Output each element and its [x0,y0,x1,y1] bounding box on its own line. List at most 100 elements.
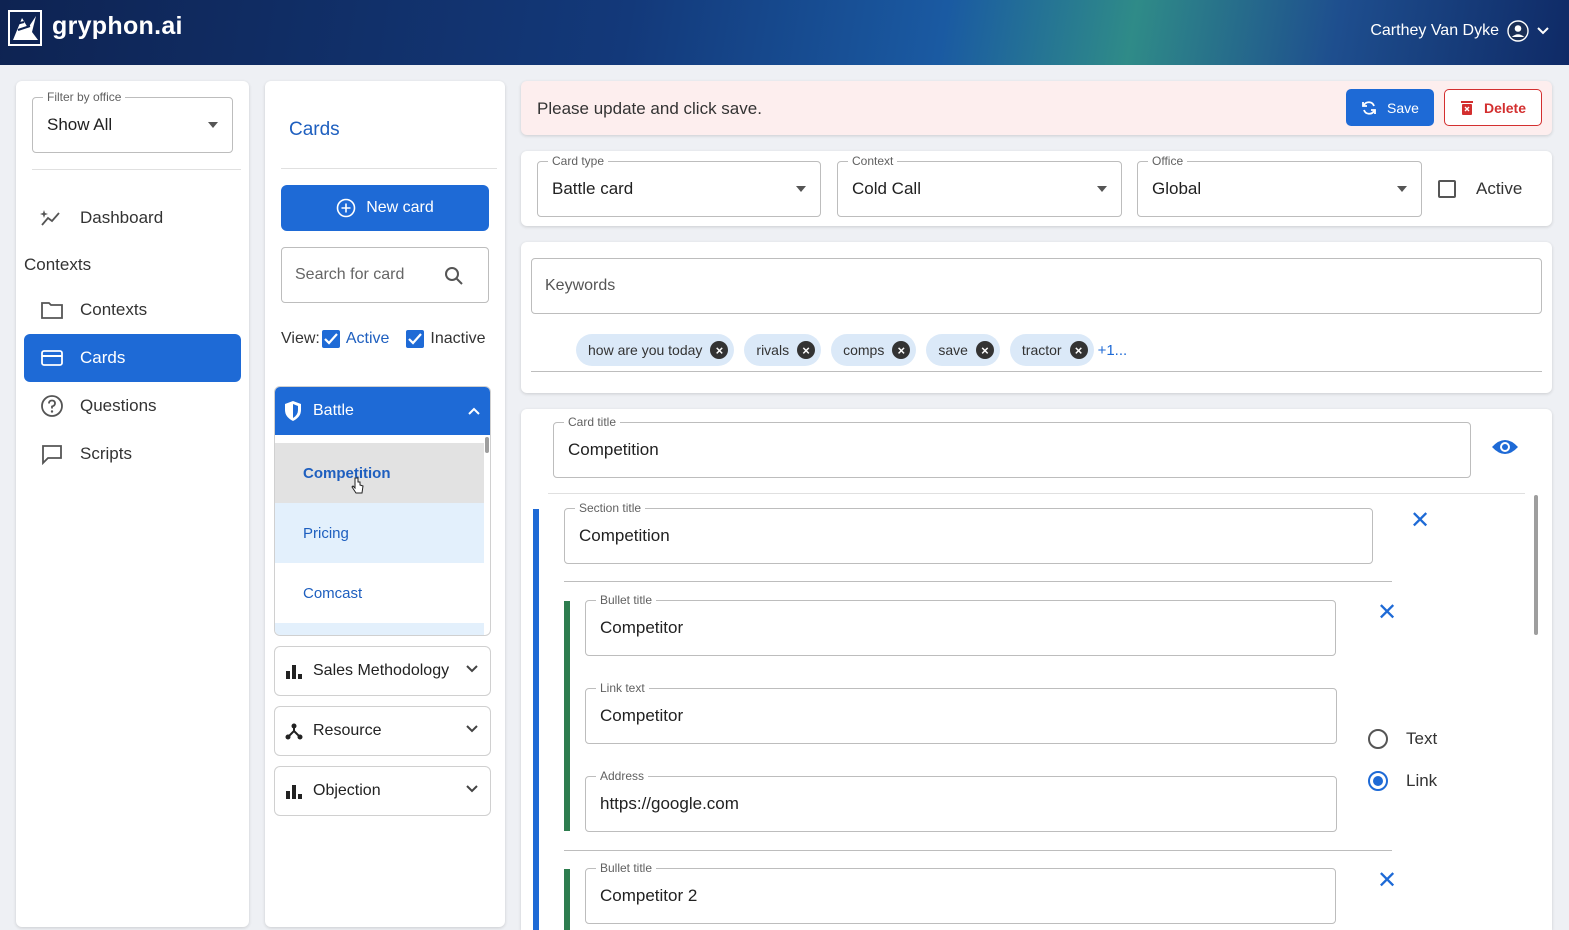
dropdown-arrow-icon [1097,186,1107,192]
save-label: Save [1387,99,1419,116]
radio-link-label: Link [1406,771,1438,790]
radio-link[interactable]: Link [1368,771,1437,791]
eye-icon[interactable] [1491,437,1519,457]
battle-item-label: Comcast [303,584,363,602]
user-menu[interactable]: Carthey Van Dyke [1370,20,1549,42]
accordion-sales-methodology[interactable]: Sales Methodology [274,646,491,696]
context-select[interactable]: Context Cold Call [837,154,1122,217]
check-icon [324,333,338,345]
office-filter-value: Show All [47,115,113,134]
scrollbar-thumb[interactable] [1534,495,1538,635]
card-title-label: Card title [564,415,621,429]
dropdown-arrow-icon [796,186,806,192]
card-search-field[interactable]: Search for card [281,247,489,303]
folder-icon [41,302,63,319]
link-text-field[interactable]: Link text Competitor [585,681,1337,744]
top-bar: gryphon.ai Carthey Van Dyke [0,0,1569,65]
remove-bullet-icon[interactable]: ✕ [1377,601,1397,625]
office-filter-select[interactable]: Filter by office Show All [32,90,233,153]
bullet-title-value: Competitor 2 [600,886,698,905]
inactive-checkbox[interactable] [406,330,425,348]
section-bar [533,509,539,930]
card-meta-panel: Card type Battle card Context Cold Call … [521,151,1552,226]
nav-dashboard[interactable]: Dashboard [24,194,241,242]
battle-item-comcast[interactable]: Comcast [275,563,484,623]
delete-button[interactable]: Delete [1444,89,1542,126]
bullet-title-field[interactable]: Bullet title Competitor [585,593,1336,656]
card-type-label: Card type [548,154,609,168]
card-title-field[interactable]: Card title Competition [553,415,1471,478]
bullet-bar [564,601,570,831]
card-type-select[interactable]: Card type Battle card [537,154,821,217]
bullet-title-label: Bullet title [596,593,657,607]
chip-remove-icon[interactable]: × [975,341,994,359]
bullet-bar [564,869,570,930]
active-checkbox-box[interactable] [1438,180,1456,198]
active-checkbox[interactable] [321,330,340,348]
section-title-field[interactable]: Section title Competition [564,501,1373,564]
search-icon[interactable] [444,266,464,286]
card-editor: Card title Competition Section title Com… [521,409,1552,930]
chip-remove-icon[interactable]: × [797,341,816,359]
cards-panel: Cards New card Search for card View: Act… [265,81,505,927]
office-select[interactable]: Office Global [1137,154,1422,217]
more-keywords-link[interactable]: +1... [1098,342,1128,359]
nav-cards[interactable]: Cards [24,334,241,382]
accordion-resource[interactable]: Resource [274,706,491,756]
chip-label: tractor [1021,342,1062,358]
radio-button[interactable] [1368,729,1388,749]
account-icon [1507,20,1529,42]
radio-text-label: Text [1406,729,1438,748]
chip-label: save [938,342,968,358]
chip-remove-icon[interactable]: × [710,341,729,359]
active-checkbox-label: Active [1476,179,1523,198]
keywords-input[interactable]: Keywords [531,258,1542,314]
dropdown-arrow-icon [1397,186,1407,192]
divider [564,850,1392,851]
keywords-placeholder: Keywords [545,277,616,294]
remove-section-icon[interactable]: ✕ [1410,509,1430,533]
chevron-down-icon [466,665,478,673]
brand-name: gryphon.ai [52,12,183,40]
radio-button[interactable] [1368,771,1388,791]
address-field[interactable]: Address https://google.com [585,769,1337,832]
chip-label: comps [843,342,885,358]
accordion-battle-label: Battle [313,402,354,419]
card-title-value: Competition [568,440,659,459]
battle-item-pricing[interactable]: Pricing [275,503,484,563]
nav-scripts[interactable]: Scripts [24,430,241,478]
hub-icon [285,723,303,740]
save-button[interactable]: Save [1346,89,1434,126]
new-card-button[interactable]: New card [281,185,489,231]
question-icon [41,395,63,417]
chip-remove-icon[interactable]: × [1069,341,1088,359]
keyword-chip: tractor × [1009,334,1094,366]
bullet-title-field-2[interactable]: Bullet title Competitor 2 [585,861,1336,924]
nav-questions[interactable]: Questions [24,382,241,430]
chip-remove-icon[interactable]: × [892,341,911,359]
keywords-panel: Keywords how are you today × rivals × comp… [521,242,1552,393]
nav-dashboard-label: Dashboard [80,208,164,227]
nav-questions-label: Questions [80,396,157,415]
divider [281,168,497,169]
inactive-checkbox-label: Inactive [430,330,486,347]
banner-message: Please update and click save. [537,99,762,118]
chevron-up-icon [468,407,480,415]
battle-item-competition[interactable]: Competition [275,443,484,503]
section-title-value: Competition [579,526,670,545]
bar-chart-icon [286,785,302,799]
accordion-objection[interactable]: Objection [274,766,491,816]
remove-bullet-icon[interactable]: ✕ [1377,869,1397,893]
active-toggle[interactable]: Active [1438,179,1522,199]
keyword-chip: save × [926,334,1000,366]
nav-contexts[interactable]: Contexts [24,286,241,334]
link-text-value: Competitor [600,706,684,725]
radio-text[interactable]: Text [1368,729,1437,749]
check-icon [408,333,423,345]
keyword-chip: how are you today × [576,334,735,366]
accordion-battle-header[interactable]: Battle [275,387,490,435]
context-value: Cold Call [852,179,921,198]
delete-label: Delete [1483,99,1527,116]
divider [564,581,1392,582]
scrollbar-thumb[interactable] [485,437,489,453]
